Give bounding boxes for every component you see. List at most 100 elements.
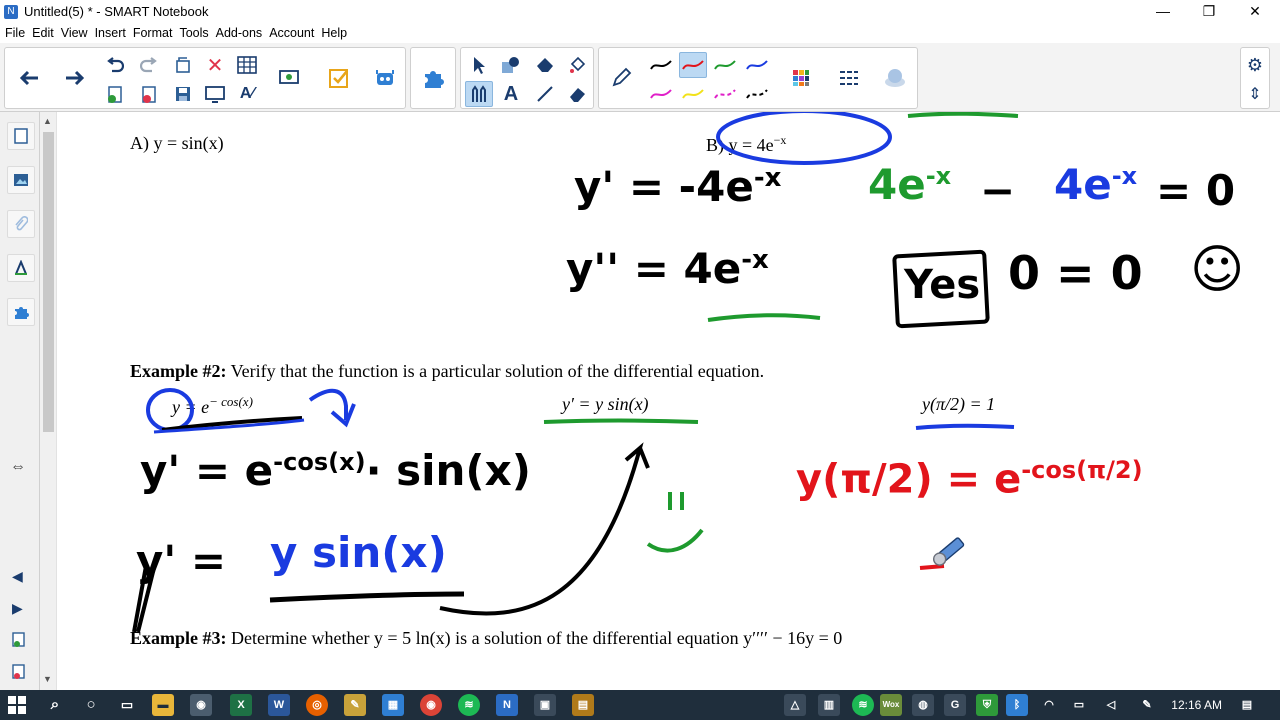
pen-green-icon[interactable] — [711, 52, 739, 78]
excel-icon[interactable]: X — [230, 694, 252, 716]
document-camera-icon[interactable] — [275, 65, 303, 91]
toolbar-group-addons — [410, 47, 456, 109]
tray-wox-icon[interactable]: Wox — [880, 694, 902, 716]
eraser-icon[interactable] — [563, 81, 591, 107]
menu-format[interactable]: Format — [133, 26, 173, 40]
tray-spotify-icon[interactable]: ≋ — [852, 694, 874, 716]
vertical-scrollbar[interactable]: ▲ ▼ — [40, 112, 57, 690]
redo-icon[interactable] — [135, 52, 163, 78]
next-page-icon[interactable]: ▶ — [12, 600, 23, 617]
fill-effects-icon[interactable] — [881, 65, 909, 91]
minimize-button[interactable]: — — [1140, 0, 1186, 23]
notebook-page[interactable]: A) y = sin(x) B) y = 4e−x Example #2: Ve… — [58, 112, 1280, 690]
back-arrow-icon[interactable] — [15, 65, 43, 91]
add-page-side-icon[interactable] — [12, 632, 26, 653]
pen-app-icon[interactable]: ✎ — [344, 694, 366, 716]
table-icon[interactable] — [233, 52, 261, 78]
screen-shade-icon[interactable] — [201, 81, 229, 107]
add-page-icon[interactable] — [101, 81, 129, 107]
shapes-icon[interactable] — [497, 52, 525, 78]
select-arrow-icon[interactable] — [465, 52, 493, 78]
eraser-shape-icon[interactable] — [531, 52, 559, 78]
tray-tool-icon[interactable]: ◍ — [912, 694, 934, 716]
menu-insert[interactable]: Insert — [95, 26, 126, 40]
pen-properties-icon[interactable] — [607, 65, 635, 91]
pen-yellow-icon[interactable] — [679, 81, 707, 107]
spotify-icon[interactable]: ≋ — [458, 694, 480, 716]
chrome-icon[interactable]: ◉ — [420, 694, 442, 716]
fill-bucket-icon[interactable] — [563, 52, 591, 78]
forward-arrow-icon[interactable] — [61, 65, 89, 91]
browser-app-icon[interactable]: ◉ — [190, 694, 212, 716]
pen-blue-icon[interactable] — [743, 52, 771, 78]
wifi-icon[interactable]: ◠ — [1038, 694, 1060, 716]
close-button[interactable]: ✕ — [1232, 0, 1278, 23]
toolbar-group-pen-properties — [598, 47, 918, 109]
delete-page-side-icon[interactable] — [12, 664, 26, 685]
save-icon[interactable] — [169, 81, 197, 107]
shield-icon[interactable]: ⛨ — [976, 694, 998, 716]
app-window-icon[interactable]: ▣ — [534, 694, 556, 716]
response-icon[interactable] — [325, 65, 353, 91]
menu-view[interactable]: View — [61, 26, 88, 40]
smart-notebook-taskbar-icon[interactable]: N — [496, 694, 518, 716]
line-style-icon[interactable] — [835, 65, 863, 91]
color-palette-icon[interactable] — [787, 65, 815, 91]
menu-help[interactable]: Help — [321, 26, 347, 40]
app-gold-icon[interactable]: ▤ — [572, 694, 594, 716]
task-view-icon[interactable]: ▭ — [116, 694, 138, 716]
attachments-icon[interactable] — [7, 210, 35, 238]
text-handwriting-icon[interactable]: A⁄ — [233, 81, 261, 107]
line-tool-icon[interactable] — [531, 81, 559, 107]
tray-calendar-icon[interactable]: ▥ — [818, 694, 840, 716]
restore-button[interactable]: ❐ — [1186, 0, 1232, 23]
title-bar: N Untitled(5) * - SMART Notebook — ❐ ✕ — [0, 0, 1280, 23]
menu-add-ons[interactable]: Add-ons — [216, 26, 263, 40]
activity-builder-icon[interactable] — [371, 65, 399, 91]
network-icon[interactable]: ▭ — [1068, 694, 1090, 716]
clear-page-icon[interactable] — [169, 52, 197, 78]
pen-black-dashed-icon[interactable] — [743, 81, 771, 107]
pen-black-icon[interactable] — [647, 52, 675, 78]
undo-icon[interactable] — [101, 52, 129, 78]
menu-tools[interactable]: Tools — [179, 26, 208, 40]
gear-icon[interactable]: ⚙ — [1241, 52, 1269, 78]
text-tool-icon[interactable]: A — [497, 81, 525, 107]
clock[interactable]: 12:16 AM — [1171, 690, 1222, 720]
scroll-down-icon[interactable]: ▼ — [43, 674, 52, 684]
menu-account[interactable]: Account — [269, 26, 314, 40]
menu-edit[interactable]: Edit — [32, 26, 54, 40]
ink-first-derivative-b: y' = -4e-x — [574, 162, 782, 211]
volume-icon[interactable]: ◁ — [1100, 694, 1122, 716]
addons-puzzle-icon[interactable] — [419, 65, 447, 91]
addons-tab-icon[interactable] — [7, 298, 35, 326]
gallery-icon[interactable] — [7, 166, 35, 194]
resize-panel-icon[interactable]: ⇔ — [10, 458, 26, 476]
calendar-icon[interactable]: ▦ — [382, 694, 404, 716]
scroll-up-icon[interactable]: ▲ — [43, 116, 52, 126]
word-icon[interactable]: W — [268, 694, 290, 716]
tray-app-icon[interactable]: △ — [784, 694, 806, 716]
move-toolbar-icon[interactable]: ⇕ — [1241, 81, 1269, 107]
search-icon[interactable]: ⌕ — [44, 694, 66, 716]
tray-g-icon[interactable]: G — [944, 694, 966, 716]
notifications-icon[interactable]: ▤ — [1236, 694, 1258, 716]
pen-red-icon[interactable] — [679, 52, 707, 78]
scroll-thumb[interactable] — [43, 132, 54, 432]
file-explorer-icon[interactable]: ▬ — [152, 694, 174, 716]
firefox-icon[interactable]: ◎ — [306, 694, 328, 716]
properties-icon[interactable] — [7, 254, 35, 282]
delete-page-icon[interactable] — [135, 81, 163, 107]
bluetooth-icon[interactable]: ᛒ — [1006, 694, 1028, 716]
pens-icon[interactable] — [465, 81, 493, 107]
page-sorter-icon[interactable] — [7, 122, 35, 150]
ink-workspace-icon[interactable]: ✎ — [1136, 694, 1158, 716]
ink-red-dash — [919, 564, 945, 570]
previous-page-icon[interactable]: ◀ — [12, 568, 23, 585]
windows-start-icon[interactable] — [8, 696, 26, 719]
delete-icon[interactable]: ✕ — [201, 52, 229, 78]
cortana-icon[interactable]: ○ — [80, 694, 102, 716]
pen-magenta-icon[interactable] — [647, 81, 675, 107]
pen-magenta-dashed-icon[interactable] — [711, 81, 739, 107]
menu-file[interactable]: File — [5, 26, 25, 40]
